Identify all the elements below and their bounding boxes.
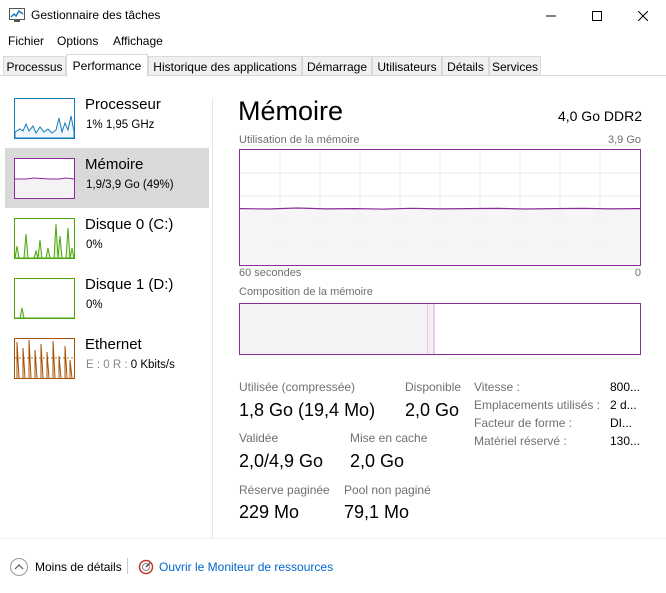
composition-in-use bbox=[240, 304, 428, 354]
sidebar-item-value: E : 0 R : 0 Kbits/s bbox=[86, 359, 175, 371]
memory-usage-area bbox=[240, 208, 640, 265]
stat-used-label: Utilisée (compressée) bbox=[239, 380, 356, 394]
resource-monitor-icon[interactable] bbox=[138, 559, 154, 575]
sidebar-item-cpu[interactable]: Processeur 1% 1,95 GHz bbox=[5, 88, 209, 148]
menu-view[interactable]: Affichage bbox=[113, 34, 163, 48]
maximize-button[interactable] bbox=[574, 0, 620, 32]
page-title: Mémoire bbox=[238, 96, 344, 126]
graph-time-right: 0 bbox=[634, 267, 641, 279]
graph-time-left: 60 secondes bbox=[239, 267, 302, 279]
maximize-icon bbox=[592, 11, 602, 21]
chevron-up-icon bbox=[14, 564, 24, 570]
memory-usage-graph bbox=[239, 149, 641, 266]
sidebar-item-label: Disque 0 (C:) bbox=[85, 216, 174, 233]
footer-divider bbox=[0, 538, 666, 539]
detail-slots-label: Emplacements utilisés : bbox=[474, 398, 601, 412]
task-manager-icon bbox=[9, 8, 25, 22]
window-title: Gestionnaire des tâches bbox=[31, 8, 161, 22]
stat-committed-label: Validée bbox=[239, 431, 279, 445]
stat-cached-value: 2,0 Go bbox=[350, 451, 405, 471]
memory-type: 4,0 Go DDR2 bbox=[557, 108, 642, 124]
footer-separator bbox=[127, 558, 128, 574]
stat-nonpaged-pool-label: Pool non paginé bbox=[344, 483, 431, 497]
sidebar-item-value: 0% bbox=[86, 239, 103, 251]
fewer-details-link[interactable]: Moins de détails bbox=[35, 560, 122, 574]
memory-usage-chart bbox=[240, 150, 640, 265]
cpu-thumbnail bbox=[14, 98, 75, 139]
sidebar-item-value: 1% 1,95 GHz bbox=[86, 119, 155, 131]
fewer-details-button[interactable] bbox=[10, 558, 28, 576]
tab-services[interactable]: Services bbox=[489, 56, 541, 76]
composition-label: Composition de la mémoire bbox=[239, 286, 373, 298]
menu-options[interactable]: Options bbox=[57, 34, 98, 48]
minimize-button[interactable] bbox=[528, 0, 574, 32]
close-button[interactable] bbox=[620, 0, 666, 32]
tab-users[interactable]: Utilisateurs bbox=[372, 56, 442, 76]
close-icon bbox=[638, 11, 648, 21]
sidebar-item-label: Disque 1 (D:) bbox=[85, 276, 174, 293]
memory-thumbnail bbox=[14, 158, 75, 199]
sidebar-item-value-rate: 0 Kbits/s bbox=[130, 359, 175, 371]
title-bar: Gestionnaire des tâches bbox=[0, 0, 666, 32]
disk-0-thumbnail bbox=[14, 218, 75, 259]
stat-used-value: 1,8 Go (19,4 Mo) bbox=[239, 400, 376, 420]
tab-startup[interactable]: Démarrage bbox=[302, 56, 372, 76]
detail-reserved-value: 130... bbox=[610, 434, 641, 448]
stat-available-value: 2,0 Go bbox=[405, 400, 460, 420]
minimize-icon bbox=[546, 15, 556, 17]
sidebar-item-ethernet[interactable]: Ethernet E : 0 R : 0 Kbits/s bbox=[5, 328, 209, 388]
tab-details[interactable]: Détails bbox=[442, 56, 489, 76]
usage-graph-label: Utilisation de la mémoire bbox=[239, 134, 360, 146]
menu-file[interactable]: Fichier bbox=[8, 34, 44, 48]
usage-graph-max: 3,9 Go bbox=[607, 134, 641, 146]
detail-form-factor-label: Facteur de forme : bbox=[474, 416, 573, 430]
disk-1-thumbnail bbox=[14, 278, 75, 319]
stat-paged-pool-label: Réserve paginée bbox=[239, 483, 330, 497]
panel-separator bbox=[212, 98, 213, 538]
sidebar-item-value: 1,9/3,9 Go (49%) bbox=[86, 179, 174, 191]
sidebar-item-disk-0[interactable]: Disque 0 (C:) 0% bbox=[5, 208, 209, 268]
sidebar-item-disk-1[interactable]: Disque 1 (D:) 0% bbox=[5, 268, 209, 328]
sidebar-item-value: 0% bbox=[86, 299, 103, 311]
sidebar-item-memory[interactable]: Mémoire 1,9/3,9 Go (49%) bbox=[5, 148, 209, 208]
sidebar-item-value-prefix: E : 0 R : bbox=[86, 359, 131, 371]
tab-app-history[interactable]: Historique des applications bbox=[148, 56, 302, 76]
detail-speed-value: 800... bbox=[610, 380, 641, 394]
detail-form-factor-value: DI... bbox=[610, 416, 633, 430]
memory-composition-chart bbox=[240, 304, 435, 354]
stat-cached-label: Mise en cache bbox=[350, 431, 428, 445]
stat-nonpaged-pool-value: 79,1 Mo bbox=[344, 502, 410, 522]
tab-performance[interactable]: Performance bbox=[66, 54, 148, 77]
stat-available-label: Disponible bbox=[405, 380, 462, 394]
sidebar-item-label: Ethernet bbox=[85, 336, 142, 353]
detail-slots-value: 2 d... bbox=[610, 398, 637, 412]
tab-strip: Processus Performance Historique des app… bbox=[0, 54, 666, 77]
sidebar-item-label: Mémoire bbox=[85, 156, 144, 173]
sidebar-item-label: Processeur bbox=[85, 96, 161, 113]
ethernet-thumbnail bbox=[14, 338, 75, 379]
menu-bar: Fichier Options Affichage bbox=[0, 32, 666, 52]
open-resource-monitor-link[interactable]: Ouvrir le Moniteur de ressources bbox=[159, 560, 333, 574]
detail-reserved-label: Matériel réservé : bbox=[474, 434, 567, 448]
performance-panel: Processeur 1% 1,95 GHz Mémoire 1,9/3,9 G… bbox=[0, 76, 666, 593]
tab-processes[interactable]: Processus bbox=[3, 56, 66, 76]
stat-paged-pool-value: 229 Mo bbox=[239, 502, 300, 522]
composition-modified bbox=[428, 304, 434, 354]
stat-committed-value: 2,0/4,9 Go bbox=[239, 451, 324, 471]
memory-composition-bar bbox=[239, 303, 641, 355]
detail-speed-label: Vitesse : bbox=[474, 380, 520, 394]
